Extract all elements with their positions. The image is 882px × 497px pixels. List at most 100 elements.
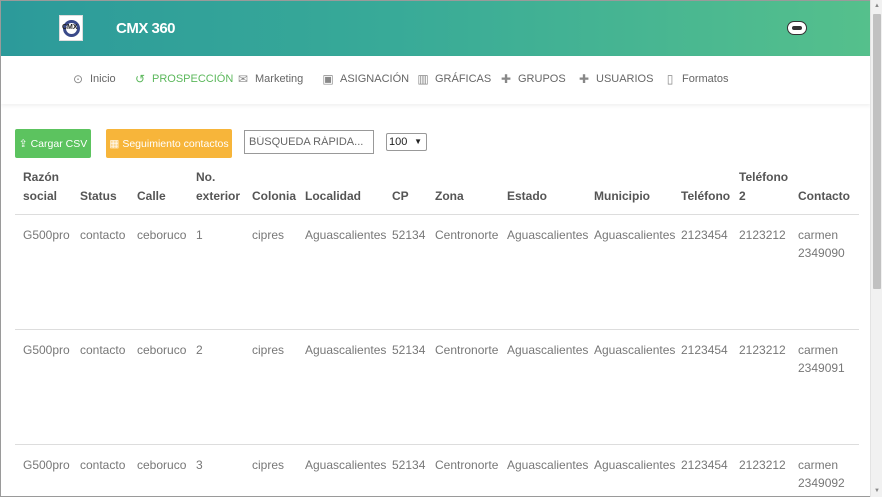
cell-no-exterior: 1	[196, 228, 203, 242]
cell-contacto: carmen 2349090	[798, 228, 845, 260]
header-contacto[interactable]: Contacto	[798, 187, 850, 206]
cell-estado: Aguascalientes	[507, 458, 589, 472]
nav-label: Inicio	[90, 73, 116, 85]
nav-item-formatos[interactable]: ▯ Formatos	[663, 72, 729, 86]
cell-telefono: 2123454	[681, 458, 728, 472]
nav-label: PROSPECCIÓN	[152, 73, 234, 85]
cell-contacto: carmen 2349091	[798, 343, 845, 375]
cell-telefono: 2123454	[681, 343, 728, 357]
logo[interactable]: CMX	[59, 15, 83, 41]
nav-item-grupos[interactable]: ✚ GRUPOS	[499, 72, 566, 86]
cell-calle: ceboruco	[137, 343, 187, 357]
nav-item-inicio[interactable]: ⊙ Inicio	[71, 72, 116, 86]
upload-icon: ⇪	[18, 137, 28, 150]
cell-localidad: Aguascalientes	[305, 458, 387, 472]
cell-status: contacto	[80, 343, 126, 357]
cell-zona: Centronorte	[435, 343, 499, 357]
cell-calle: ceboruco	[137, 228, 187, 242]
scroll-up-arrow-icon[interactable]: ▲	[874, 3, 880, 9]
nav-label: Formatos	[682, 73, 729, 85]
cell-zona: Centronorte	[435, 228, 499, 242]
cell-municipio: Aguascalientes	[594, 343, 676, 357]
cell-zona: Centronorte	[435, 458, 499, 472]
header-calle[interactable]: Calle	[137, 187, 166, 206]
cell-razon: G500pro	[23, 343, 70, 357]
header-colonia[interactable]: Colonia	[252, 187, 296, 206]
nav-item-prospeccion[interactable]: ↺ PROSPECCIÓN	[133, 72, 233, 86]
header-estado[interactable]: Estado	[507, 187, 547, 206]
cell-status: contacto	[80, 458, 126, 472]
upload-csv-button[interactable]: ⇪ Cargar CSV	[15, 129, 91, 158]
page-size-select[interactable]: 100 ▼	[386, 133, 427, 151]
calendar-check-icon: ▣	[322, 72, 334, 86]
toolbar: ⇪ Cargar CSV ▦ Seguimiento contactos 100…	[1, 129, 870, 159]
group-add-icon: ✚	[500, 72, 512, 86]
header-localidad[interactable]: Localidad	[305, 187, 361, 206]
header-divider	[15, 214, 859, 215]
quick-search-input[interactable]	[244, 130, 374, 154]
nav-label: USUARIOS	[596, 73, 654, 85]
header-zona[interactable]: Zona	[435, 187, 464, 206]
row-divider	[15, 329, 859, 330]
cell-no-exterior: 3	[196, 458, 203, 472]
cell-razon: G500pro	[23, 228, 70, 242]
cell-telefono: 2123454	[681, 228, 728, 242]
cell-colonia: cipres	[252, 343, 285, 357]
cell-localidad: Aguascalientes	[305, 228, 387, 242]
nav-item-marketing[interactable]: ✉ Marketing	[236, 72, 303, 86]
header-status[interactable]: Status	[80, 187, 117, 206]
row-divider	[15, 444, 859, 445]
top-header: CMX CMX 360	[1, 1, 870, 56]
cell-cp: 52134	[392, 343, 426, 357]
cell-razon: G500pro	[23, 458, 70, 472]
cell-no-exterior: 2	[196, 343, 203, 357]
app-frame: CMX CMX 360 ⊙ Inicio ↺ PROSPECCIÓN ✉ Mar…	[0, 0, 870, 497]
nav-label: Marketing	[255, 73, 304, 85]
nav-label: ASIGNACIÓN	[340, 73, 410, 85]
cell-telefono-2: 2123212	[739, 228, 786, 242]
header-telefono-2[interactable]: Teléfono 2	[739, 168, 788, 206]
dropdown-arrow-icon: ▼	[414, 137, 422, 146]
cell-estado: Aguascalientes	[507, 343, 589, 357]
upload-csv-label: Cargar CSV	[30, 137, 88, 150]
page-size-value: 100	[389, 136, 408, 148]
cell-municipio: Aguascalientes	[594, 228, 676, 242]
calendar-icon: ▦	[109, 137, 120, 150]
followup-contacts-label: Seguimiento contactos	[122, 137, 229, 150]
header-telefono[interactable]: Teléfono	[681, 187, 730, 206]
followup-contacts-button[interactable]: ▦ Seguimiento contactos	[106, 129, 232, 158]
cell-colonia: cipres	[252, 228, 285, 242]
cell-municipio: Aguascalientes	[594, 458, 676, 472]
bar-chart-icon: ▥	[417, 72, 429, 86]
mail-icon: ✉	[237, 72, 249, 86]
document-icon: ▯	[666, 72, 674, 86]
scroll-down-arrow-icon[interactable]: ▼	[874, 488, 880, 494]
dashboard-icon: ⊙	[72, 72, 84, 86]
cell-localidad: Aguascalientes	[305, 343, 387, 357]
header-razon-social[interactable]: Razón social	[23, 168, 59, 206]
cell-colonia: cipres	[252, 458, 285, 472]
header-cp[interactable]: CP	[392, 187, 409, 206]
person-add-icon: ✚	[578, 72, 590, 86]
header-no-exterior[interactable]: No. exterior	[196, 168, 240, 206]
cell-calle: ceboruco	[137, 458, 187, 472]
history-icon: ↺	[134, 72, 146, 86]
user-menu-icon[interactable]	[787, 21, 807, 35]
logo-text: CMX	[62, 24, 78, 31]
vertical-scrollbar[interactable]: ▲ ▼	[870, 0, 882, 497]
brand-title: CMX 360	[116, 20, 176, 37]
nav-item-graficas[interactable]: ▥ GRÁFICAS	[416, 72, 491, 86]
main-nav: ⊙ Inicio ↺ PROSPECCIÓN ✉ Marketing ▣ ASI…	[1, 56, 870, 104]
nav-item-usuarios[interactable]: ✚ USUARIOS	[577, 72, 654, 86]
cell-status: contacto	[80, 228, 126, 242]
cell-estado: Aguascalientes	[507, 228, 589, 242]
cell-cp: 52134	[392, 458, 426, 472]
nav-label: GRUPOS	[518, 73, 566, 85]
cell-cp: 52134	[392, 228, 426, 242]
cell-contacto: carmen 2349092	[798, 458, 845, 490]
scrollbar-thumb[interactable]	[873, 14, 881, 289]
header-municipio[interactable]: Municipio	[594, 187, 650, 206]
cell-telefono-2: 2123212	[739, 458, 786, 472]
nav-item-asignacion[interactable]: ▣ ASIGNACIÓN	[321, 72, 409, 86]
cell-telefono-2: 2123212	[739, 343, 786, 357]
